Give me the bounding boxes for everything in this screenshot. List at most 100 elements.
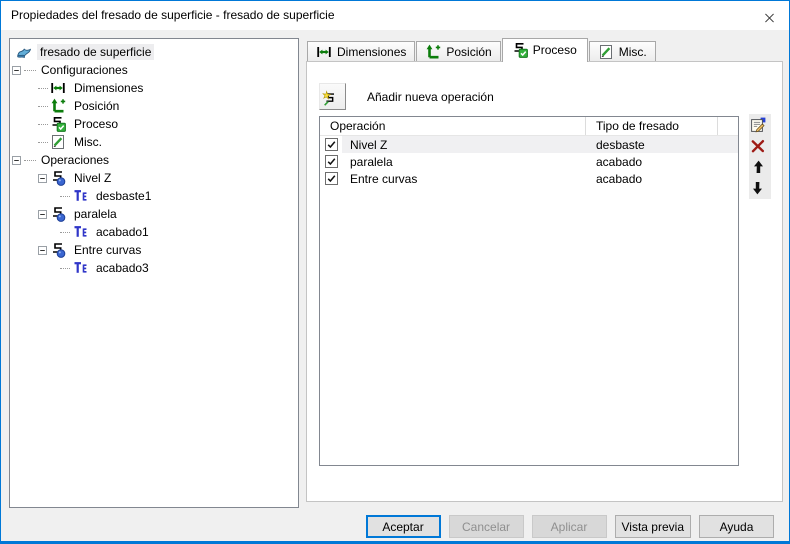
operation-row[interactable]: Entre curvas acabado bbox=[320, 170, 738, 187]
move-down-button[interactable] bbox=[751, 180, 769, 196]
tree-item-label: fresado de superficie bbox=[37, 44, 155, 60]
dialog-footer: Aceptar Cancelar Aplicar Vista previa Ayuda bbox=[1, 515, 789, 538]
tree-item-label: Entre curvas bbox=[74, 243, 142, 257]
tab-posicion[interactable]: Posición bbox=[416, 41, 501, 61]
expander-minus-icon[interactable] bbox=[38, 209, 47, 219]
preview-button[interactable]: Vista previa bbox=[614, 515, 691, 538]
tree-item-label: Dimensiones bbox=[74, 81, 144, 95]
tree-connector bbox=[60, 267, 70, 269]
expander-minus-icon[interactable] bbox=[38, 245, 47, 255]
table-header: Operación Tipo de fresado bbox=[320, 117, 738, 136]
tree-item-label: acabado1 bbox=[96, 225, 149, 239]
move-up-button[interactable] bbox=[751, 159, 769, 175]
apply-button[interactable]: Aplicar bbox=[531, 515, 607, 538]
row-checkbox[interactable] bbox=[325, 172, 338, 185]
up-icon bbox=[750, 159, 766, 175]
operation-row[interactable]: Nivel Z desbaste bbox=[320, 136, 738, 153]
operation-name: Entre curvas bbox=[350, 171, 418, 186]
dimensions-icon bbox=[50, 80, 66, 96]
checkbox-cell bbox=[320, 136, 342, 153]
tree-item-label: Nivel Z bbox=[74, 171, 112, 185]
delete-icon bbox=[750, 138, 766, 154]
row-checkbox[interactable] bbox=[325, 138, 338, 151]
tab-label: Misc. bbox=[618, 44, 647, 59]
properties-dialog: Propiedades del fresado de superficie - … bbox=[0, 0, 790, 544]
checkbox-cell bbox=[320, 153, 342, 170]
expander-minus-icon[interactable] bbox=[12, 155, 21, 165]
tree-item-dimensiones[interactable]: Dimensiones bbox=[10, 79, 298, 97]
expander-minus-icon[interactable] bbox=[38, 173, 47, 183]
help-button[interactable]: Ayuda bbox=[699, 515, 774, 538]
tab-dimensiones[interactable]: Dimensiones bbox=[307, 41, 416, 61]
dialog-title: Propiedades del fresado de superficie - … bbox=[11, 8, 335, 22]
setup-tree-panel: fresado de superficie Configuraciones Dime… bbox=[9, 38, 299, 508]
tree-item-label: Posición bbox=[74, 99, 120, 113]
operation-icon bbox=[50, 170, 66, 186]
milling-type: acabado bbox=[596, 154, 643, 169]
tool-icon bbox=[72, 224, 88, 240]
delete-operation-button[interactable] bbox=[751, 138, 769, 154]
tree-item-paralela[interactable]: paralela bbox=[10, 205, 298, 223]
tree-item-misc[interactable]: Misc. bbox=[10, 133, 298, 151]
expander-minus-icon[interactable] bbox=[12, 65, 21, 75]
tree-item-acabado3[interactable]: acabado3 bbox=[10, 259, 298, 277]
tab-proceso[interactable]: Proceso bbox=[501, 38, 588, 62]
operation-name: Nivel Z bbox=[350, 137, 388, 152]
tree-item-configuraciones[interactable]: Configuraciones bbox=[10, 61, 298, 79]
tree-connector bbox=[38, 105, 48, 107]
milling-type: desbaste bbox=[596, 137, 645, 152]
column-header-operacion: Operación bbox=[320, 117, 586, 135]
add-operation-icon bbox=[322, 89, 338, 106]
dimensions-icon bbox=[316, 44, 332, 60]
tree-connector bbox=[38, 123, 48, 125]
tree-connector bbox=[60, 231, 70, 233]
tool-icon bbox=[72, 260, 88, 276]
cancel-button[interactable]: Cancelar bbox=[448, 515, 524, 538]
column-header-label: Tipo de fresado bbox=[596, 119, 679, 133]
misc-icon bbox=[598, 44, 614, 60]
milling-type-cell: desbaste bbox=[586, 136, 738, 153]
tab-strip: Dimensiones Posición Proceso Misc. bbox=[307, 38, 657, 62]
tree-item-label: desbaste1 bbox=[96, 189, 152, 203]
tree-item-label: Proceso bbox=[74, 117, 119, 131]
operation-row[interactable]: paralela acabado bbox=[320, 153, 738, 170]
tree-item-desbaste1[interactable]: desbaste1 bbox=[10, 187, 298, 205]
tree-item-nivel-z[interactable]: Nivel Z bbox=[10, 169, 298, 187]
milling-type: acabado bbox=[596, 171, 643, 186]
tree-item-posicion[interactable]: Posición bbox=[10, 97, 298, 115]
down-icon bbox=[750, 180, 766, 196]
close-button[interactable] bbox=[759, 6, 779, 26]
accept-button[interactable]: Aceptar bbox=[365, 515, 441, 538]
tree-item-fresado-de-superficie[interactable]: fresado de superficie bbox=[10, 43, 298, 61]
process-icon bbox=[512, 42, 528, 58]
misc-icon bbox=[50, 134, 66, 150]
row-checkbox[interactable] bbox=[325, 155, 338, 168]
process-icon bbox=[50, 116, 66, 132]
tree-item-label: paralela bbox=[74, 207, 117, 221]
operation-icon bbox=[50, 206, 66, 222]
tree-item-operaciones[interactable]: Operaciones bbox=[10, 151, 298, 169]
milling-type-cell: acabado bbox=[586, 170, 738, 187]
tree-item-entre-curvas[interactable]: Entre curvas bbox=[10, 241, 298, 259]
operation-name: paralela bbox=[350, 154, 393, 169]
edit-icon bbox=[750, 117, 766, 133]
edit-operation-button[interactable] bbox=[750, 117, 769, 133]
add-operation-button[interactable] bbox=[319, 83, 346, 110]
tree-item-label: acabado3 bbox=[96, 261, 149, 275]
checkbox-cell bbox=[320, 170, 342, 187]
position-icon bbox=[425, 44, 441, 60]
tool-icon bbox=[72, 188, 88, 204]
operation-icon bbox=[50, 242, 66, 258]
column-header-tipo: Tipo de fresado bbox=[586, 117, 718, 135]
tab-label: Proceso bbox=[532, 42, 577, 57]
tree-item-label: Misc. bbox=[74, 135, 102, 149]
position-icon bbox=[50, 98, 66, 114]
operation-name-cell: Entre curvas bbox=[342, 170, 586, 187]
tree-connector bbox=[24, 159, 36, 161]
title-bar[interactable]: Propiedades del fresado de superficie - … bbox=[1, 1, 789, 30]
operations-table: Operación Tipo de fresado Nivel Zdesbaste p… bbox=[319, 116, 739, 466]
tree-connector bbox=[24, 69, 36, 71]
tree-item-acabado1[interactable]: acabado1 bbox=[10, 223, 298, 241]
tree-item-proceso[interactable]: Proceso bbox=[10, 115, 298, 133]
tab-misc[interactable]: Misc. bbox=[588, 41, 656, 61]
